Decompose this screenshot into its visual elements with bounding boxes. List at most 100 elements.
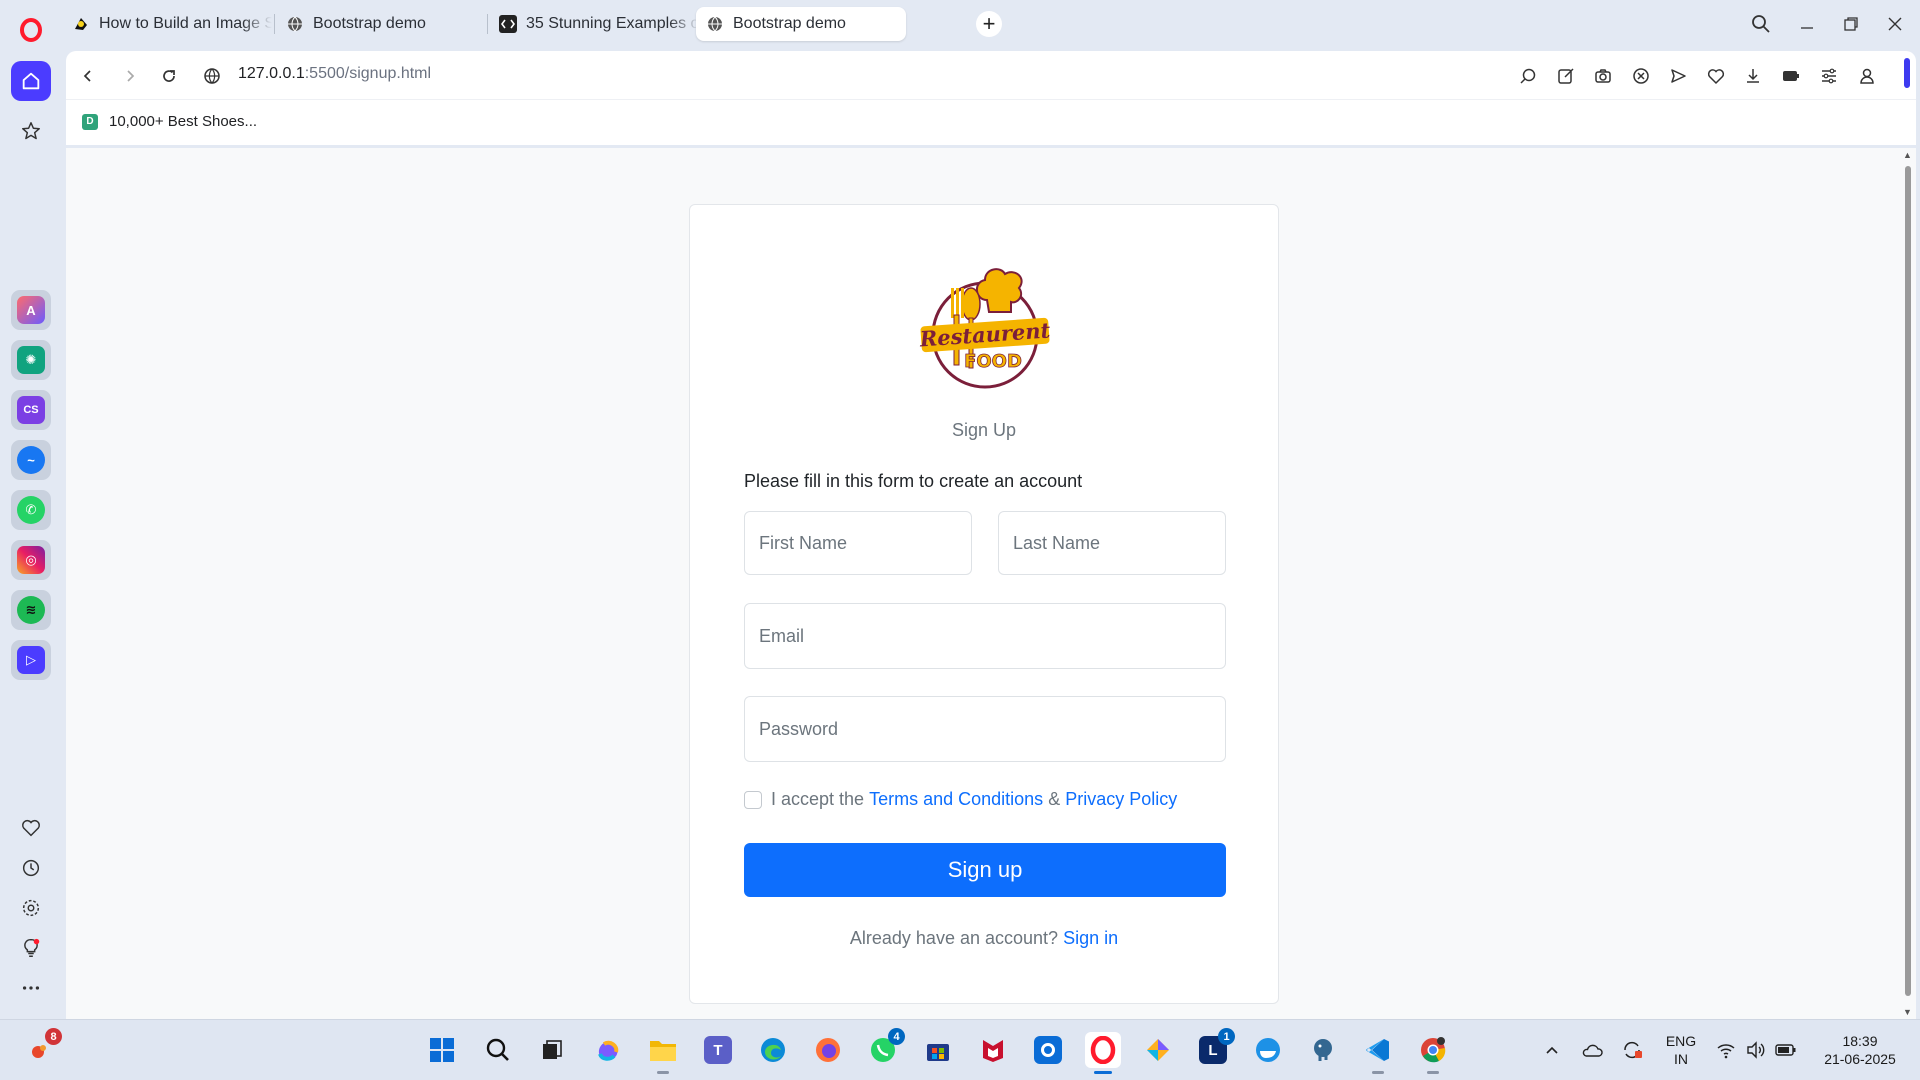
easy-setup-icon[interactable] (1814, 61, 1844, 91)
volume-icon[interactable] (1739, 1032, 1773, 1068)
restaurant-logo: Restaurent FOOD (915, 260, 1055, 390)
search-icon[interactable] (480, 1032, 516, 1068)
instagram-app-icon[interactable]: ◎ (11, 540, 51, 580)
tab-stunning-examples[interactable]: 35 Stunning Examples of C (489, 7, 699, 41)
star-icon[interactable] (11, 111, 51, 151)
teams-icon[interactable]: T (700, 1032, 736, 1068)
vscode-icon[interactable] (1360, 1032, 1396, 1074)
spotify-app-icon[interactable]: ≋ (11, 590, 51, 630)
email-input[interactable]: Email (744, 603, 1226, 669)
tab-bootstrap-demo[interactable]: Bootstrap demo (276, 7, 486, 41)
file-explorer-icon[interactable] (645, 1032, 681, 1074)
copilot-icon[interactable] (590, 1032, 626, 1068)
browser-logo-icon (72, 15, 90, 33)
task-view-icon[interactable] (534, 1032, 570, 1068)
sync-icon[interactable] (1615, 1032, 1649, 1068)
chrome-icon[interactable] (1415, 1032, 1451, 1074)
forward-icon[interactable] (115, 61, 145, 91)
close-icon[interactable] (1880, 9, 1910, 39)
diamond-app-icon[interactable] (1140, 1032, 1176, 1068)
l-app-icon[interactable]: L 1 (1195, 1028, 1235, 1068)
history-icon[interactable] (11, 848, 51, 888)
search-tabs-icon[interactable] (1746, 9, 1776, 39)
signup-button[interactable]: Sign up (744, 843, 1226, 897)
first-name-input[interactable]: First Name (744, 511, 972, 575)
lightbulb-icon[interactable] (11, 928, 51, 968)
send-icon[interactable] (1663, 61, 1693, 91)
cs-app-icon[interactable]: CS (11, 390, 51, 430)
opera-taskbar-icon[interactable] (1085, 1032, 1121, 1074)
language-indicator[interactable]: ENG IN (1658, 1032, 1704, 1068)
bookmark-best-shoes[interactable]: D 10,000+ Best Shoes... (82, 113, 257, 130)
profile-icon[interactable] (1852, 61, 1882, 91)
terms-row: I accept the Terms and Conditions & Priv… (744, 789, 1177, 810)
sidebar-scroll-indicator (1904, 58, 1910, 88)
notification-app-icon[interactable]: 8 (22, 1028, 62, 1068)
more-icon[interactable] (11, 968, 51, 1008)
l-app-badge: 1 (1218, 1028, 1235, 1045)
battery-saver-icon[interactable] (1776, 61, 1806, 91)
clock-time: 18:39 (1842, 1033, 1878, 1049)
mcafee-icon[interactable] (975, 1032, 1011, 1068)
firefox-icon[interactable] (810, 1032, 846, 1068)
new-tab-button[interactable]: + (976, 11, 1002, 37)
signin-prefix: Already have an account? (849, 928, 1059, 948)
settings-icon[interactable] (11, 888, 51, 928)
page-viewport: Restaurent FOOD Sign Up Please fill in t… (66, 148, 1916, 1019)
terms-link[interactable]: Terms and Conditions (869, 789, 1043, 810)
whatsapp-app-icon[interactable]: ✆ (11, 490, 51, 530)
chevron-up-icon[interactable] (1535, 1032, 1569, 1068)
site-info-globe-icon[interactable] (197, 61, 227, 91)
url-path: :5500/signup.html (304, 65, 432, 82)
edit-icon[interactable] (1551, 61, 1581, 91)
last-name-input[interactable]: Last Name (998, 511, 1226, 575)
terms-checkbox[interactable] (744, 790, 762, 809)
privacy-policy-link[interactable]: Privacy Policy (1065, 789, 1177, 810)
start-icon[interactable] (424, 1032, 460, 1068)
scrollbar-thumb[interactable] (1905, 166, 1911, 996)
address-bar: 127.0.0.1:5500/signup.html (66, 51, 1916, 99)
battery-icon[interactable] (1769, 1032, 1803, 1068)
reload-icon[interactable] (154, 61, 184, 91)
page-title: Sign Up (951, 420, 1017, 440)
download-icon[interactable] (1738, 61, 1768, 91)
minimize-icon[interactable] (1792, 9, 1822, 39)
terms-prefix: I accept the (771, 789, 865, 809)
onedrive-cloud-icon[interactable] (1575, 1032, 1609, 1068)
url-field[interactable]: 127.0.0.1:5500/signup.html (238, 65, 431, 83)
heart-icon[interactable] (11, 808, 51, 848)
running-indicator (657, 1071, 669, 1074)
heart-icon[interactable] (1701, 61, 1731, 91)
postgres-icon[interactable] (1305, 1032, 1341, 1068)
clock[interactable]: 18:39 21-06-2025 (1810, 1032, 1910, 1068)
form-lead-text: Please fill in this form to create an ac… (744, 471, 1083, 491)
whatsapp-badge: 4 (888, 1028, 905, 1045)
docker-icon[interactable] (1250, 1032, 1286, 1068)
back-icon[interactable] (73, 61, 103, 91)
opera-sidebar: A ✺ CS ~ ✆ ◎ ≋ ▷ (0, 0, 62, 1019)
url-host: 127.0.0.1 (238, 65, 305, 82)
tab-image-search[interactable]: How to Build an Image Se (62, 7, 272, 41)
page-scrollbar[interactable]: ▲ ▼ (1900, 148, 1916, 1019)
bookmarks-bar: D 10,000+ Best Shoes... (66, 99, 1916, 145)
store-icon[interactable] (920, 1032, 956, 1068)
app-icon-blue-square[interactable] (1030, 1032, 1066, 1068)
adblock-icon[interactable] (1626, 61, 1656, 91)
camera-icon[interactable] (1588, 61, 1618, 91)
logo-subtitle: FOOD (964, 351, 1022, 372)
restore-icon[interactable] (1836, 9, 1866, 39)
wifi-icon[interactable] (1709, 1032, 1743, 1068)
find-icon[interactable] (1513, 61, 1543, 91)
tab-bootstrap-demo-active[interactable]: Bootstrap demo (696, 7, 906, 41)
messenger-app-icon[interactable]: ~ (11, 440, 51, 480)
whatsapp-icon[interactable]: 4 (865, 1028, 905, 1068)
edge-icon[interactable] (755, 1032, 791, 1068)
password-input[interactable]: Password (744, 696, 1226, 762)
signin-link[interactable]: Sign in (1063, 928, 1118, 948)
home-icon[interactable] (11, 61, 51, 101)
player-app-icon[interactable]: ▷ (11, 640, 51, 680)
clock-date: 21-06-2025 (1824, 1051, 1896, 1067)
aria-app-icon[interactable]: A (11, 290, 51, 330)
opera-logo-icon[interactable] (11, 10, 51, 50)
chatgpt-app-icon[interactable]: ✺ (11, 340, 51, 380)
